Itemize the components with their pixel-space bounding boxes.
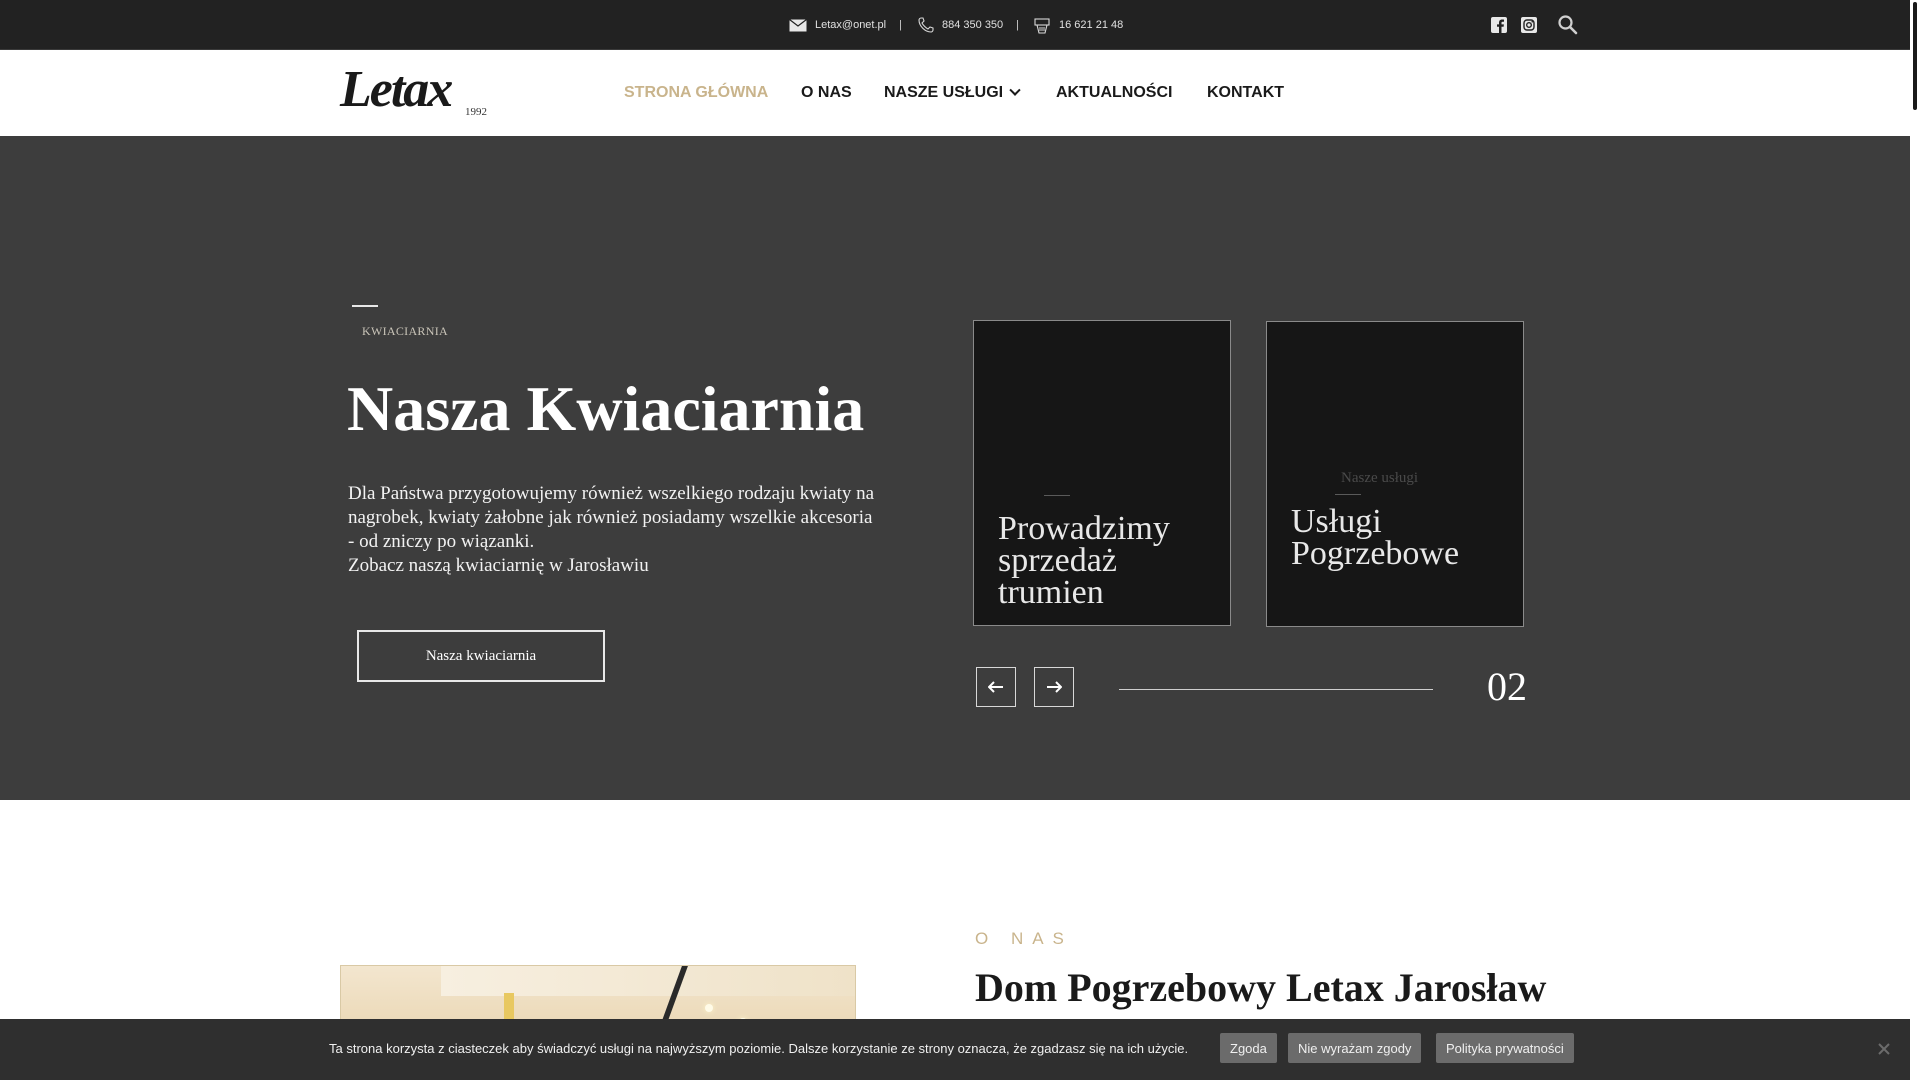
cookie-accept-button[interactable]: Zgoda [1220, 1033, 1277, 1063]
mail-icon [789, 18, 807, 31]
photo-lamp [504, 993, 514, 1019]
hero-kicker: KWIACIARNIA [362, 324, 448, 338]
slider-next-button[interactable] [1034, 667, 1074, 707]
hero-description-line: Zobacz naszą kwiaciarnię w Jarosławiu [348, 555, 649, 576]
phone-link[interactable]: 884 350 350 [918, 0, 1003, 50]
email-link[interactable]: Letax@onet.pl [789, 0, 886, 50]
card-kicker: Nasze usługi [1341, 470, 1419, 486]
kicker-divider [352, 305, 378, 307]
card-title-line: sprzedaż [998, 542, 1117, 579]
card-divider [1044, 495, 1070, 496]
logo[interactable]: Letax 1992 [340, 64, 500, 122]
card-title: Usługi Pogrzebowe [1291, 503, 1460, 572]
photo-ceiling [441, 966, 855, 996]
top-bar: Letax@onet.pl | 884 350 350 | 16 621 21 … [0, 0, 1910, 50]
phone-icon [918, 17, 934, 33]
cookie-banner: Ta strona korzysta z ciasteczek aby świa… [0, 1019, 1910, 1080]
card-title-line: Pogrzebowe [1291, 535, 1460, 572]
facebook-icon[interactable] [1491, 17, 1507, 33]
nav-item-about[interactable]: O NAS [801, 50, 852, 136]
card-title-line: Prowadzimy [998, 510, 1170, 547]
hero-description-line: Dla Państwa przygotowujemy również wszel… [348, 483, 875, 504]
page-scrollbar[interactable] [1910, 0, 1920, 1080]
nav-item-services[interactable]: NASZE USŁUGI [884, 50, 1021, 136]
nav-item-news[interactable]: AKTUALNOŚCI [1056, 50, 1172, 136]
slide-counter: 02 [1487, 664, 1527, 709]
instagram-icon[interactable] [1521, 17, 1537, 33]
nav-item-contact[interactable]: KONTAKT [1207, 50, 1284, 136]
cookie-policy-button[interactable]: Polityka prywatności [1436, 1033, 1574, 1063]
slide-card-funeral-services[interactable]: Nasze usługi Usługi Pogrzebowe [1266, 321, 1524, 627]
slider-progress-line [1119, 689, 1433, 690]
separator: | [899, 19, 902, 31]
phone2-text: 16 621 21 48 [1059, 19, 1124, 31]
nav-item-services-label: NASZE USŁUGI [884, 84, 1004, 101]
search-icon[interactable] [1557, 14, 1579, 36]
photo-light [705, 1004, 713, 1012]
fax-icon [1034, 18, 1050, 34]
hero-description-line: - od zniczy po wiązanki. [348, 531, 535, 552]
logo-text: Letax [340, 61, 453, 118]
cookie-text: Ta strona korzysta z ciasteczek aby świa… [329, 1041, 1189, 1056]
logo-year: 1992 [465, 106, 487, 118]
arrow-right-icon [1047, 681, 1062, 693]
chevron-down-icon [1009, 84, 1021, 96]
slider-prev-button[interactable] [976, 667, 1016, 707]
card-title-line: Usługi [1291, 503, 1382, 540]
cookie-decline-button[interactable]: Nie wyrażam zgody [1288, 1033, 1422, 1063]
email-text: Letax@onet.pl [815, 19, 887, 31]
close-icon[interactable] [1876, 1041, 1892, 1057]
scrollbar-thumb[interactable] [1913, 2, 1917, 110]
fax-link[interactable]: 16 621 21 48 [1033, 0, 1123, 50]
about-title: Dom Pogrzebowy Letax Jarosław [975, 965, 1547, 1010]
arrow-left-icon [988, 681, 1003, 693]
card-title: Prowadzimy sprzedaż trumien [998, 510, 1170, 611]
card-divider [1335, 494, 1361, 495]
slide-card-coffins[interactable]: Prowadzimy sprzedaż trumien [973, 320, 1231, 626]
nav-item-home[interactable]: STRONA GŁÓWNA [624, 50, 768, 136]
card-title-line: trumien [998, 574, 1104, 611]
separator: | [1016, 19, 1019, 31]
about-kicker: O NAS [975, 929, 1073, 948]
hero-title: Nasza Kwiaciarnia [347, 373, 865, 444]
hero-description-line: nagrobek, kwiaty żałobne jak również pos… [348, 507, 873, 528]
hero-slider: KWIACIARNIA Nasza Kwiaciarnia Dla Państw… [0, 136, 1910, 800]
phone1-text: 884 350 350 [942, 19, 1004, 31]
hero-description: Dla Państwa przygotowujemy również wszel… [348, 482, 918, 578]
main-header: Letax 1992 STRONA GŁÓWNA O NAS NASZE USŁ… [0, 50, 1910, 136]
hero-cta-button[interactable]: Nasza kwiaciarnia [357, 630, 605, 682]
